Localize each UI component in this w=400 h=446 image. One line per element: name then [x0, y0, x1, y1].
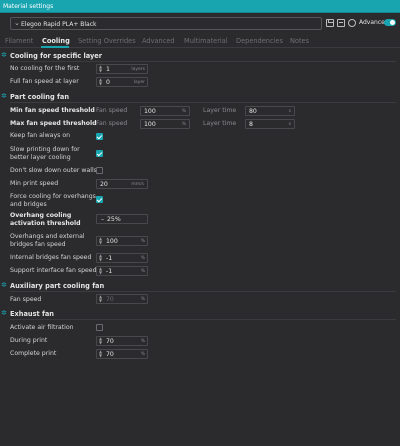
- min-layer-time-field[interactable]: 80 s: [245, 106, 295, 116]
- spin-arrows-icon[interactable]: ▲ ▼: [99, 65, 103, 73]
- section-exhaust: ✲ Exhaust fan: [0, 309, 400, 319]
- chevron-down-icon: ⌄: [14, 19, 20, 27]
- full-fan-label: Full fan speed at layer: [10, 78, 79, 85]
- tab-setting-overrides[interactable]: Setting Overrides: [78, 37, 136, 45]
- min-print-speed-label: Min print speed: [10, 180, 59, 187]
- aux-fan-speed-label: Fan speed: [10, 296, 42, 303]
- fan-icon: ✲: [1, 92, 7, 100]
- section-part-cooling: ✲ Part cooling fan: [0, 92, 400, 102]
- complete-print-label: Complete print: [10, 350, 57, 357]
- internal-bridge-label: Internal bridges fan speed: [10, 254, 92, 261]
- dash-prefix: –: [101, 216, 105, 223]
- activate-filtration-label: Activate air filtration: [10, 324, 74, 331]
- section-divider: [10, 61, 396, 62]
- help-icon[interactable]: [348, 19, 356, 27]
- support-iface-field[interactable]: ▲ ▼ -1 %: [96, 266, 148, 276]
- preset-name: Elegoo Rapid PLA+ Black: [21, 20, 97, 28]
- window-title: Material settings: [3, 3, 54, 10]
- section-title: Cooling for specific layer: [10, 52, 102, 60]
- section-cooling-layer: ✲ Cooling for specific layer: [0, 51, 400, 61]
- no-cooling-label: No cooling for the first: [10, 65, 80, 72]
- delete-icon[interactable]: [337, 19, 345, 27]
- tab-cooling[interactable]: Cooling: [42, 37, 70, 45]
- overhang-threshold-field[interactable]: – 25%: [96, 214, 148, 224]
- tab-filament[interactable]: Filament: [5, 37, 33, 45]
- fan-icon: ✲: [1, 51, 7, 59]
- spin-arrows-icon[interactable]: ▲ ▼: [99, 254, 103, 262]
- internal-bridge-field[interactable]: ▲ ▼ -1 %: [96, 253, 148, 263]
- keep-fan-checkbox[interactable]: [96, 133, 103, 140]
- layer-time-sublabel: Layer time: [203, 120, 237, 127]
- section-title: Part cooling fan: [10, 93, 70, 101]
- min-print-speed-field[interactable]: 20 mm/s: [96, 179, 148, 189]
- min-fan-threshold-label: Min fan speed threshold: [10, 107, 95, 114]
- activate-filtration-checkbox[interactable]: [96, 324, 103, 331]
- max-fan-speed-field[interactable]: 100 %: [140, 119, 190, 129]
- fan-icon: ✲: [1, 281, 7, 289]
- spin-arrows-icon[interactable]: ▲ ▼: [99, 237, 103, 245]
- max-fan-threshold-label: Max fan speed threshold: [10, 120, 97, 127]
- tab-multimaterial[interactable]: Multimaterial: [184, 37, 228, 45]
- layer-time-sublabel: Layer time: [203, 107, 237, 114]
- section-title: Exhaust fan: [10, 310, 54, 318]
- active-tab-indicator: [41, 46, 69, 48]
- dont-slow-checkbox[interactable]: [96, 167, 103, 174]
- spin-arrows-icon[interactable]: ▲ ▼: [99, 337, 103, 345]
- tab-dependencies[interactable]: Dependencies: [236, 37, 283, 45]
- fan-speed-sublabel: Fan speed: [96, 107, 128, 114]
- spin-arrows-icon[interactable]: ▲ ▼: [99, 350, 103, 358]
- during-print-field[interactable]: ▲ ▼ 70 %: [96, 336, 148, 346]
- section-divider: [10, 102, 396, 103]
- fan-icon: ✲: [1, 309, 7, 317]
- overhang-fan-label: Overhangs and external bridges fan speed: [10, 233, 85, 248]
- complete-print-field[interactable]: ▲ ▼ 70 %: [96, 349, 148, 359]
- full-fan-layer-field[interactable]: ▲ ▼ 0 layer: [96, 77, 148, 87]
- overhang-threshold-label: Overhang cooling activation threshold: [10, 212, 81, 227]
- tab-notes[interactable]: Notes: [290, 37, 309, 45]
- max-layer-time-field[interactable]: 8 s: [245, 119, 295, 129]
- slow-down-checkbox[interactable]: [96, 150, 103, 157]
- slow-down-label: Slow printing down for better layer cool…: [10, 146, 80, 161]
- no-cooling-layers-field[interactable]: ▲ ▼ 1 layers: [96, 64, 148, 74]
- section-title: Auxiliary part cooling fan: [10, 282, 105, 290]
- overhang-fan-field[interactable]: ▲ ▼ 100 %: [96, 236, 148, 246]
- force-cooling-label: Force cooling for overhangs and bridges: [10, 193, 96, 208]
- tab-advanced[interactable]: Advanced: [142, 37, 175, 45]
- spin-arrows-icon[interactable]: ▲ ▼: [99, 295, 103, 303]
- advanced-toggle[interactable]: [384, 19, 396, 26]
- force-cooling-checkbox[interactable]: [96, 196, 103, 203]
- min-fan-speed-field[interactable]: 100 %: [140, 106, 190, 116]
- section-divider: [10, 319, 396, 320]
- fan-speed-sublabel: Fan speed: [96, 120, 128, 127]
- title-bar: Material settings: [0, 0, 400, 13]
- spin-arrows-icon[interactable]: ▲ ▼: [99, 267, 103, 275]
- spin-arrows-icon[interactable]: ▲ ▼: [99, 78, 103, 86]
- dont-slow-label: Don't slow down outer walls: [10, 167, 97, 174]
- section-aux-fan: ✲ Auxiliary part cooling fan: [0, 281, 400, 291]
- support-iface-label: Support interface fan speed: [10, 267, 97, 274]
- preset-dropdown[interactable]: ⌄ Elegoo Rapid PLA+ Black: [10, 17, 322, 30]
- save-icon[interactable]: [326, 19, 334, 27]
- aux-fan-speed-field[interactable]: ▲ ▼ 70 %: [96, 294, 148, 304]
- section-divider: [10, 291, 396, 292]
- keep-fan-label: Keep fan always on: [10, 132, 71, 139]
- during-print-label: During print: [10, 337, 48, 344]
